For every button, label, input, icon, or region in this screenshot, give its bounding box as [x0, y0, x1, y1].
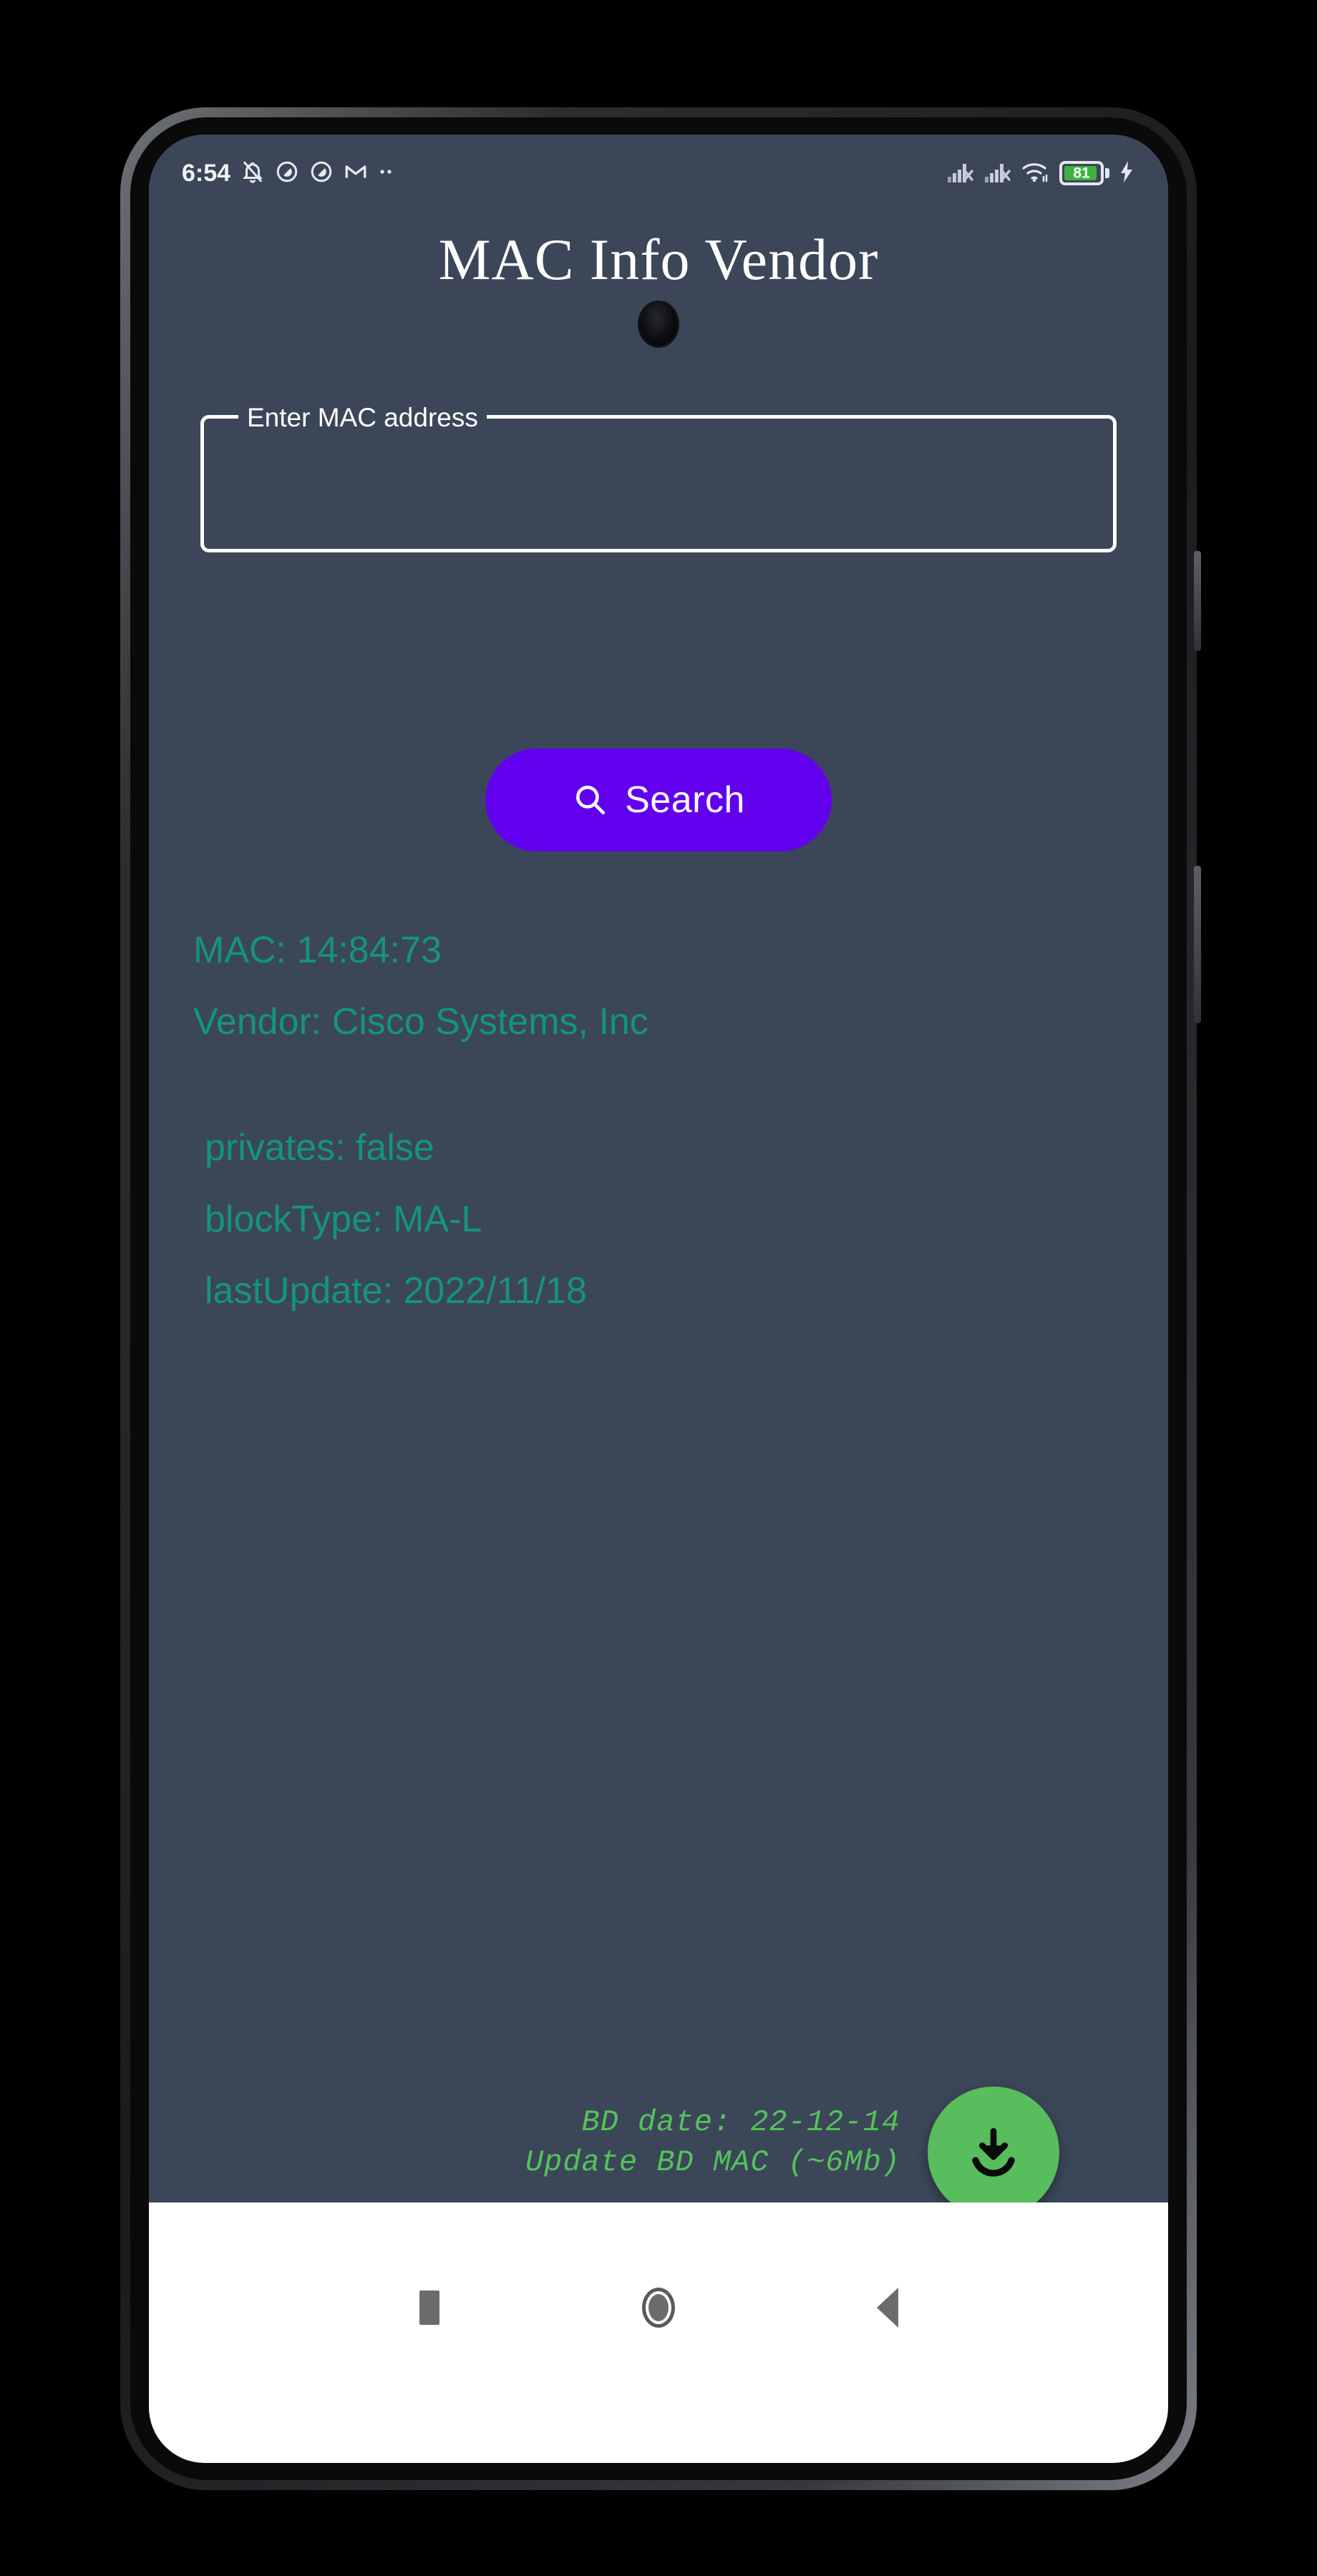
download-icon	[963, 2121, 1024, 2185]
battery-body: 81	[1059, 161, 1104, 185]
nav-back-button[interactable]	[855, 2275, 920, 2340]
search-icon	[572, 781, 608, 819]
result-last-update: lastUpdate: 2022/11/18	[205, 1270, 587, 1312]
do-not-disturb-icon	[275, 160, 299, 187]
search-button[interactable]: Search	[485, 748, 832, 852]
update-bd-info: BD date: 22-12-14 Update BD MAC (~6Mb)	[457, 2102, 900, 2182]
battery-indicator: 81	[1059, 161, 1109, 185]
phone-frame: 6:54 81 MAC Info Vendor Enter MAC addres…	[120, 107, 1201, 2490]
result-mac: MAC: 14:84:73	[193, 930, 442, 971]
result-spacer	[149, 1058, 1168, 1112]
mac-address-input[interactable]	[204, 419, 1113, 549]
battery-cap	[1105, 168, 1109, 178]
volume-button[interactable]	[1194, 551, 1201, 651]
camera-punch-hole	[638, 301, 679, 348]
square-icon	[419, 2290, 439, 2325]
result-panel: MAC: 14:84:73 Vendor: Cisco Systems, Inc…	[149, 914, 1168, 1327]
power-button[interactable]	[1194, 866, 1201, 1023]
status-bar: 6:54 81	[149, 135, 1168, 212]
status-bar-left-group: 6:54	[182, 160, 395, 187]
battery-level-text: 81	[1073, 165, 1090, 182]
charging-bolt-icon	[1118, 160, 1135, 187]
result-privates: privates: false	[205, 1127, 434, 1169]
mac-address-field[interactable]: Enter MAC address	[200, 402, 1117, 552]
app-surface: 6:54 81 MAC Info Vendor Enter MAC addres…	[149, 135, 1168, 2218]
triangle-left-icon	[877, 2288, 898, 2328]
phone-screen: 6:54 81 MAC Info Vendor Enter MAC addres…	[149, 135, 1168, 2463]
nav-home-button[interactable]	[626, 2275, 691, 2340]
notifications-off-icon	[240, 160, 265, 187]
system-navigation-bar	[149, 2202, 1168, 2463]
signal-sim2-no-service-icon	[983, 160, 1012, 187]
nav-recents-button[interactable]	[397, 2275, 462, 2340]
status-bar-right-group: 81	[946, 160, 1135, 187]
page-title: MAC Info Vendor	[438, 227, 879, 292]
result-vendor: Vendor: Cisco Systems, Inc	[193, 1001, 648, 1043]
update-bd-mac-line[interactable]: Update BD MAC (~6Mb)	[457, 2142, 900, 2182]
circle-icon	[642, 2288, 675, 2328]
gmail-icon	[344, 160, 368, 187]
result-block-type: blockType: MA-L	[205, 1199, 482, 1240]
wifi-icon	[1021, 160, 1051, 187]
bd-date-line: BD date: 22-12-14	[581, 2105, 900, 2140]
do-not-disturb-secondary-icon	[309, 160, 334, 187]
more-notifications-icon	[378, 160, 395, 187]
download-bd-fab[interactable]	[928, 2087, 1059, 2218]
signal-sim1-no-service-icon	[946, 160, 975, 187]
search-button-label: Search	[625, 779, 745, 821]
status-clock: 6:54	[182, 159, 231, 187]
